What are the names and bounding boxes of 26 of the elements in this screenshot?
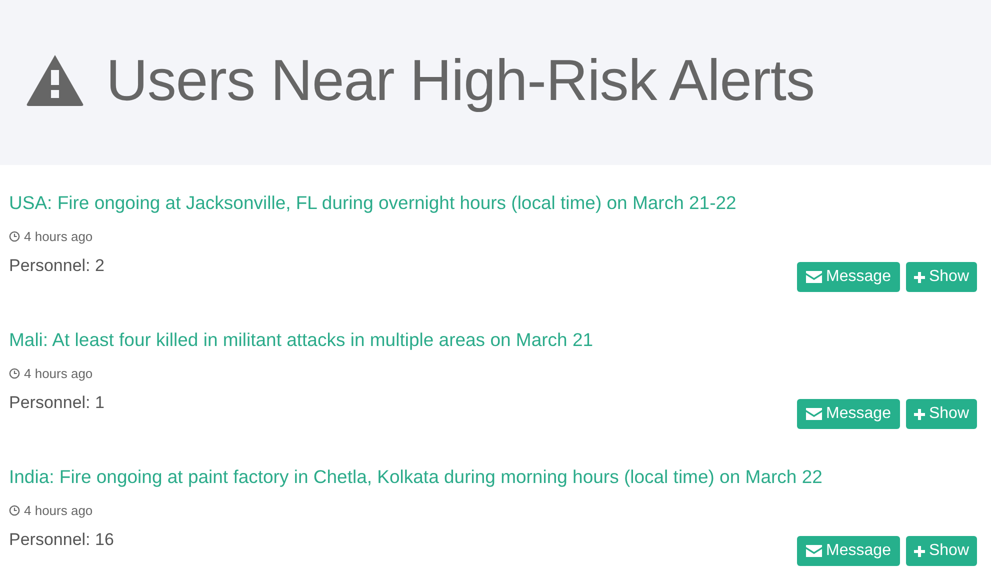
clock-icon	[9, 368, 20, 380]
clock-icon	[9, 505, 20, 516]
personnel-count: Personnel: 16	[9, 528, 114, 550]
show-button[interactable]: Show	[906, 536, 977, 566]
alert-title-link[interactable]: USA: Fire ongoing at Jacksonville, FL during overnight hours (local time) on March 21-22	[9, 192, 736, 213]
alert-title-link[interactable]: Mali: At least four killed in militant attacks in multiple areas on March 21	[9, 329, 594, 350]
warning-icon	[26, 54, 84, 106]
message-button[interactable]: Message	[797, 536, 900, 566]
envelope-icon	[806, 408, 822, 420]
plus-icon	[914, 546, 925, 556]
show-button[interactable]: Show	[906, 262, 977, 292]
time-ago: 4 hours ago	[24, 365, 93, 383]
page-title: Users Near High-Risk Alerts	[106, 46, 814, 114]
message-button[interactable]: Message	[797, 262, 900, 292]
time-ago: 4 hours ago	[24, 228, 93, 246]
time-ago: 4 hours ago	[24, 502, 93, 520]
plus-icon	[914, 408, 925, 420]
clock-icon	[9, 231, 20, 242]
message-button[interactable]: Message	[797, 399, 900, 429]
personnel-count: Personnel: 2	[9, 254, 104, 276]
alert-title-link[interactable]: India: Fire ongoing at paint factory in Chetla, Kolkata during morning hours (local time) on March 22	[9, 466, 822, 487]
envelope-icon	[806, 545, 822, 557]
envelope-icon	[806, 271, 822, 283]
personnel-count: Personnel: 1	[9, 392, 104, 414]
show-button[interactable]: Show	[906, 399, 977, 429]
plus-icon	[914, 272, 925, 282]
